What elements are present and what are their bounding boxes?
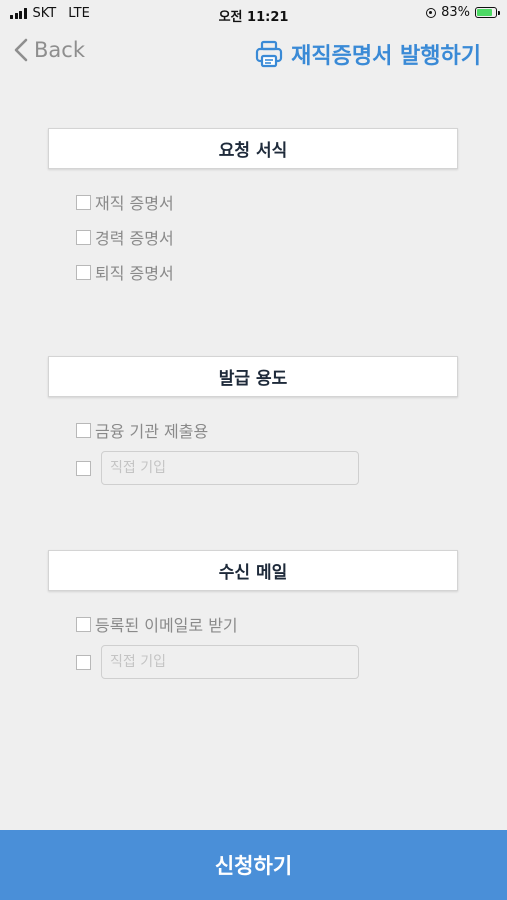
status-right: 83% — [426, 5, 500, 20]
option-label: 재직 증명서 — [95, 194, 174, 213]
printer-icon — [256, 40, 283, 68]
orientation-lock-icon — [426, 7, 437, 18]
section-header-request-form: 요청 서식 — [48, 128, 458, 169]
option-employment-certificate[interactable]: 재직 증명서 — [76, 190, 174, 214]
section-header-receive-mail: 수신 메일 — [48, 550, 458, 591]
battery-icon — [475, 7, 500, 18]
checkbox-registered-email[interactable] — [76, 616, 91, 632]
submit-button[interactable]: 신청하기 — [0, 830, 507, 900]
checkbox-mail-direct-input[interactable] — [76, 654, 91, 670]
status-bar: SKT LTE 오전 11:21 83% — [0, 0, 507, 28]
checkbox-purpose-direct-input[interactable] — [76, 460, 91, 476]
purpose-direct-input-row — [76, 451, 359, 485]
mail-direct-input[interactable] — [101, 645, 359, 679]
checkbox-career-certificate[interactable] — [76, 229, 91, 245]
page-title-text: 재직증명서 발행하기 — [291, 44, 481, 69]
checkbox-employment-certificate[interactable] — [76, 194, 91, 210]
page-title: 재직증명서 발행하기 — [255, 38, 481, 70]
checkbox-retirement-certificate[interactable] — [76, 264, 91, 280]
checkbox-financial-institution[interactable] — [76, 422, 91, 438]
back-label: Back — [34, 38, 85, 62]
section-header-purpose: 발급 용도 — [48, 356, 458, 397]
chevron-left-icon — [14, 38, 28, 62]
back-button[interactable]: Back — [14, 38, 85, 62]
nav-bar: Back 재직증명서 발행하기 — [0, 28, 507, 80]
mail-direct-input-row — [76, 645, 359, 679]
option-retirement-certificate[interactable]: 퇴직 증명서 — [76, 260, 174, 284]
option-financial-institution[interactable]: 금융 기관 제출용 — [76, 418, 208, 442]
option-label: 금융 기관 제출용 — [95, 422, 209, 441]
option-label: 등록된 이메일로 받기 — [95, 616, 238, 635]
purpose-direct-input[interactable] — [101, 451, 359, 485]
option-label: 경력 증명서 — [95, 229, 174, 248]
option-registered-email[interactable]: 등록된 이메일로 받기 — [76, 612, 238, 636]
option-career-certificate[interactable]: 경력 증명서 — [76, 225, 174, 249]
option-label: 퇴직 증명서 — [95, 264, 174, 283]
battery-percent: 83% — [441, 5, 470, 20]
